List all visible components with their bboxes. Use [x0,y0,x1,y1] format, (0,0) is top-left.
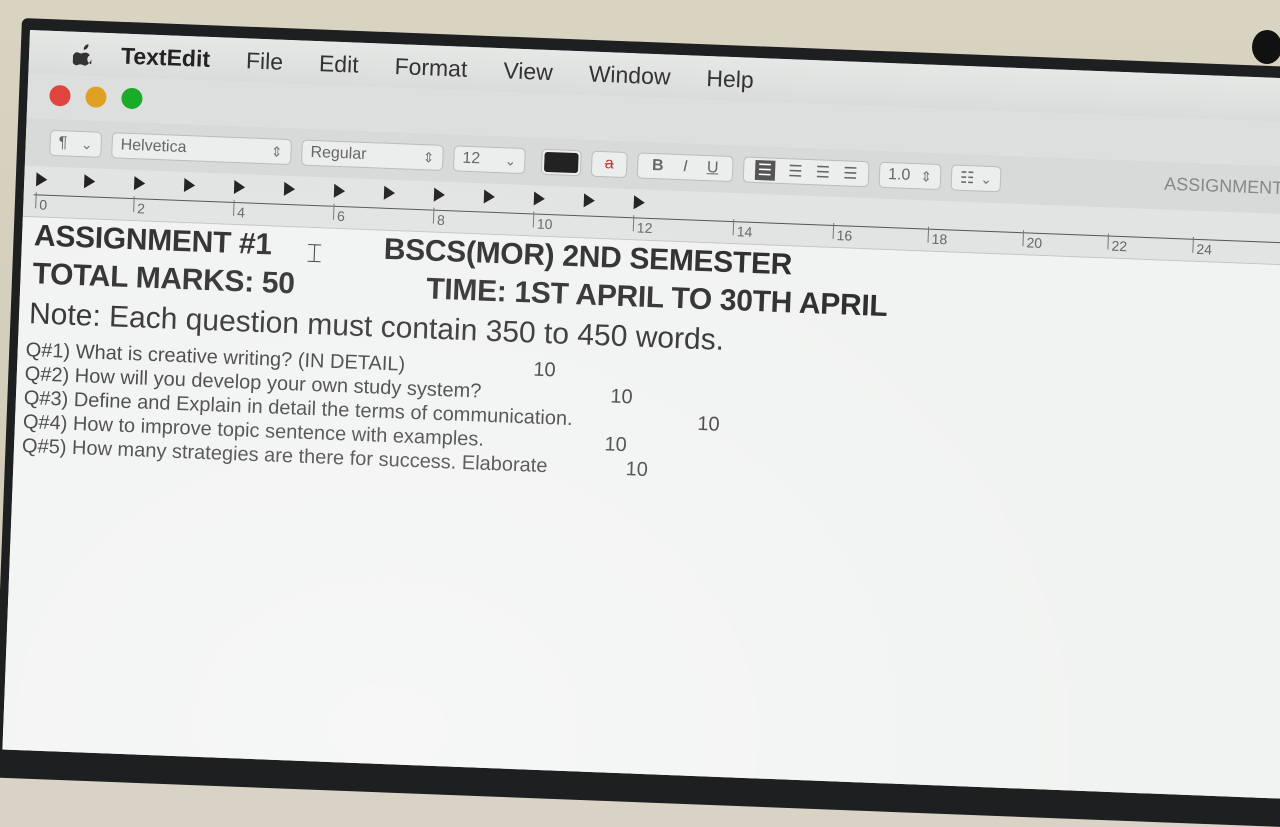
ruler-label: 12 [636,219,653,237]
underline-button[interactable]: U [707,159,719,177]
font-size-field[interactable]: 12 ⌄ [452,145,526,175]
zoom-button[interactable] [121,87,143,110]
tab-stop-marker[interactable] [483,189,496,204]
text-color-swatch [543,151,579,174]
no-color-icon: a [604,155,615,173]
ruler-tick [1192,236,1194,253]
text-color-button[interactable] [540,148,582,177]
ruler-label: 8 [436,211,446,229]
ruler-tick [1022,230,1025,247]
ruler-label: 22 [1111,237,1128,255]
minimize-button[interactable] [85,86,107,108]
paragraph-style-popup[interactable]: ¶ ⌄ [49,129,103,158]
line-spacing-popup[interactable]: 1.0 ⇕ [878,161,942,191]
tab-stop-marker[interactable] [633,195,646,210]
ruler-label: 18 [931,230,948,248]
ruler-tick [1107,233,1109,250]
menu-help[interactable]: Help [706,65,754,94]
chevron-down-icon: ⌄ [80,135,93,152]
ruler-tick [233,199,235,216]
i-beam-cursor-icon: ⌶ [306,237,323,269]
tab-stop-marker[interactable] [383,185,396,201]
tab-stop-marker[interactable] [233,179,246,195]
header-assignment: ASSIGNMENT #1 [33,219,273,262]
tab-stop-marker[interactable] [183,178,196,193]
menu-window[interactable]: Window [588,60,671,90]
ruler-tick [832,222,835,240]
up-down-icon: ⇕ [422,148,435,166]
menu-format[interactable]: Format [394,53,468,83]
document-text-area[interactable]: ⌶ ASSIGNMENT #1 BSCS(MOR) 2ND SEMESTER T… [2,216,1280,799]
document-title: ASSIGNMENT #1, [1163,173,1280,200]
background-color-button[interactable]: a [590,150,628,179]
chevron-down-icon: ⌄ [979,170,993,187]
tab-stop-marker[interactable] [583,193,596,208]
up-down-icon: ⇕ [920,167,933,185]
ruler-label: 14 [736,223,753,240]
apple-logo-icon[interactable] [72,42,96,67]
camera-icon [1252,30,1280,64]
list-icon: ☷ [959,169,975,188]
font-family-value: Helvetica [120,136,187,157]
question-5-marks: 10 [625,458,649,482]
font-family-popup[interactable]: Helvetica ⇕ [111,132,293,166]
ruler-label: 24 [1196,240,1213,258]
align-right-icon[interactable]: ☰ [815,162,830,183]
ruler-label: 2 [136,200,146,217]
ruler-tick [332,203,335,220]
font-style-value: Regular [310,143,367,164]
ruler-label: 4 [236,204,246,221]
align-justify-icon[interactable]: ☰ [843,163,858,184]
tab-stop-marker[interactable] [283,181,296,197]
tab-stop-marker[interactable] [36,172,48,187]
question-1-marks: 10 [532,358,556,382]
list-style-popup[interactable]: ☷ ⌄ [950,164,1002,193]
text-style-group: B I U [636,152,734,183]
ruler-label: 0 [39,196,48,213]
ruler-tick [927,226,930,243]
ruler-label: 16 [836,227,853,244]
paragraph-icon: ¶ [58,134,68,152]
font-size-value: 12 [462,149,481,168]
tab-stop-marker[interactable] [433,187,446,203]
chevron-down-icon: ⌄ [504,151,517,169]
question-4-marks: 10 [604,433,628,457]
tab-stop-marker[interactable] [333,183,346,199]
header-total-marks: TOTAL MARKS: 50 [32,257,296,301]
line-spacing-value: 1.0 [887,166,911,184]
question-3-marks: 10 [696,412,721,436]
align-center-icon[interactable]: ☰ [788,161,803,182]
question-2-marks: 10 [609,385,634,409]
ruler-label: 20 [1026,234,1043,252]
menu-view[interactable]: View [503,57,553,86]
close-button[interactable] [49,84,71,107]
ruler-tick [732,219,735,236]
menu-app-name[interactable]: TextEdit [121,42,211,72]
tab-stop-marker[interactable] [83,174,96,189]
alignment-group: ☰ ☰ ☰ ☰ [742,156,870,188]
up-down-icon: ⇕ [270,142,283,160]
menu-edit[interactable]: Edit [319,50,360,79]
menu-file[interactable]: File [246,47,284,75]
ruler-tick [432,207,435,224]
ruler-tick [35,192,37,209]
font-style-popup[interactable]: Regular ⇕ [300,139,444,171]
ruler-label: 6 [336,207,346,225]
tab-stop-marker[interactable] [533,191,546,206]
ruler-tick [532,211,535,228]
ruler-tick [632,215,635,232]
align-left-icon[interactable]: ☰ [754,159,776,181]
italic-button[interactable]: I [683,158,688,176]
tab-stop-marker[interactable] [133,176,146,191]
screen: TextEdit File Edit Format View Window He… [2,30,1280,799]
ruler-tick [133,196,135,213]
bold-button[interactable]: B [652,157,664,175]
ruler-label: 10 [536,215,553,233]
